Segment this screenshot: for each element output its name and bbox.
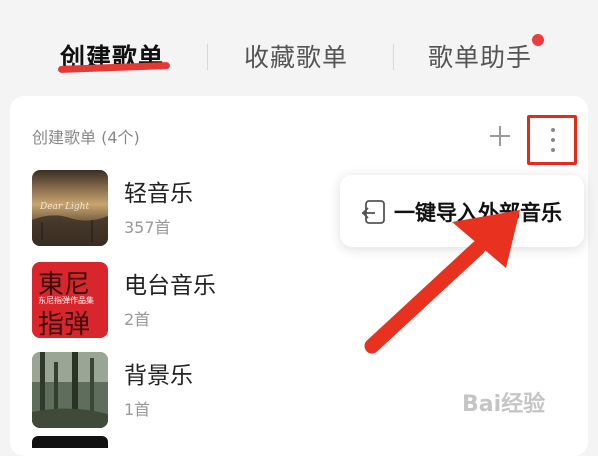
playlist-item[interactable]: 背景乐 1首 xyxy=(32,352,332,430)
tab-divider xyxy=(393,44,394,70)
import-external-music-item[interactable]: 一键导入外部音乐 xyxy=(340,175,584,247)
playlist-item[interactable]: 東尼 东尼指弹作品集 指弹 电台音乐 2首 xyxy=(32,262,332,340)
playlist-cover xyxy=(32,352,108,428)
section-title: 创建歌单 (4个) xyxy=(32,128,140,147)
more-vertical-icon[interactable] xyxy=(551,127,555,153)
playlist-name: 背景乐 xyxy=(124,363,193,389)
playlist-track-count: 2首 xyxy=(124,310,151,329)
import-icon xyxy=(361,200,385,224)
plus-icon[interactable] xyxy=(488,124,512,148)
watermark: Bai经验 xyxy=(462,392,546,417)
playlist-cover: Dear Light xyxy=(32,170,108,246)
playlist-cover-partial xyxy=(32,436,108,448)
playlist-cover: 東尼 东尼指弹作品集 指弹 xyxy=(32,262,108,338)
tab-playlist-assistant[interactable]: 歌单助手 xyxy=(428,38,532,74)
playlist-name: 轻音乐 xyxy=(124,181,193,207)
playlist-item[interactable]: Dear Light 轻音乐 357首 xyxy=(32,170,332,248)
cover-text-bottom: 指弹 xyxy=(38,310,91,338)
playlist-track-count: 1首 xyxy=(124,400,151,419)
tab-collected-playlists[interactable]: 收藏歌单 xyxy=(244,38,348,74)
notification-dot xyxy=(532,34,544,46)
import-external-music-label: 一键导入外部音乐 xyxy=(394,201,562,225)
playlist-track-count: 357首 xyxy=(124,218,171,237)
playlist-name: 电台音乐 xyxy=(124,273,216,299)
cover-text: Dear Light xyxy=(40,202,90,212)
tab-divider xyxy=(207,44,208,70)
playlist-tabs: 创建歌单 收藏歌单 歌单助手 xyxy=(0,0,598,96)
import-popup-menu: 一键导入外部音乐 xyxy=(340,175,584,247)
